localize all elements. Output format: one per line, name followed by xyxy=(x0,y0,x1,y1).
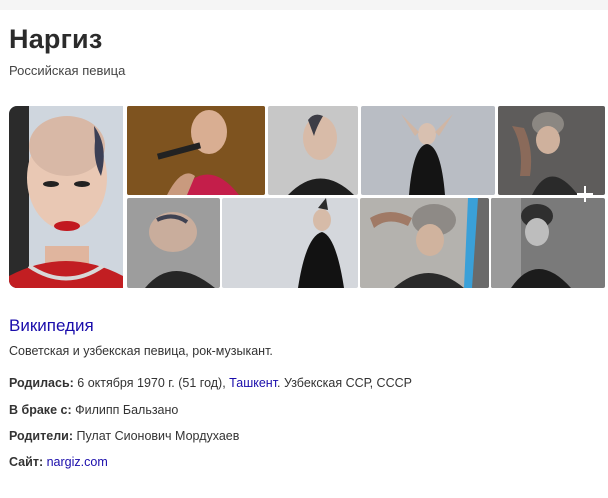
fact-born: Родилась: 6 октября 1970 г. (51 год), Та… xyxy=(9,376,412,390)
fact-parents-label: Родители: xyxy=(9,429,73,443)
entity-subtitle: Российская певица xyxy=(9,63,126,78)
fact-spouse-value: Филипп Бальзано xyxy=(75,403,179,417)
expand-gallery-plus-icon[interactable] xyxy=(575,184,595,204)
website-link[interactable]: nargiz.com xyxy=(47,455,108,469)
wikipedia-link[interactable]: Википедия xyxy=(9,316,94,336)
fact-spouse-label: В браке с: xyxy=(9,403,72,417)
gallery-image-9[interactable] xyxy=(491,198,605,288)
image-gallery xyxy=(9,106,605,288)
fact-born-country: . Узбекская ССР, СССР xyxy=(277,376,412,390)
gallery-image-8[interactable] xyxy=(360,198,489,288)
fact-site-label: Сайт: xyxy=(9,455,44,469)
gallery-image-main[interactable] xyxy=(9,106,123,288)
fact-born-date: 6 октября 1970 г. (51 год), xyxy=(77,376,226,390)
entity-title: Наргиз xyxy=(9,24,103,54)
entity-description: Советская и узбекская певица, рок-музыка… xyxy=(9,344,273,358)
gallery-image-4[interactable] xyxy=(361,106,495,195)
fact-parents-value: Пулат Сионович Мордухаев xyxy=(76,429,240,443)
gallery-image-6[interactable] xyxy=(127,198,220,288)
birthplace-link[interactable]: Ташкент xyxy=(229,376,277,390)
gallery-image-7[interactable] xyxy=(222,198,358,288)
gallery-image-5[interactable] xyxy=(498,106,605,195)
fact-site: Сайт: nargiz.com xyxy=(9,455,108,469)
top-bar xyxy=(0,0,608,10)
fact-parents: Родители: Пулат Сионович Мордухаев xyxy=(9,429,239,443)
gallery-image-2[interactable] xyxy=(127,106,265,195)
gallery-image-3[interactable] xyxy=(268,106,358,195)
fact-born-label: Родилась: xyxy=(9,376,74,390)
fact-spouse: В браке с: Филипп Бальзано xyxy=(9,403,178,417)
